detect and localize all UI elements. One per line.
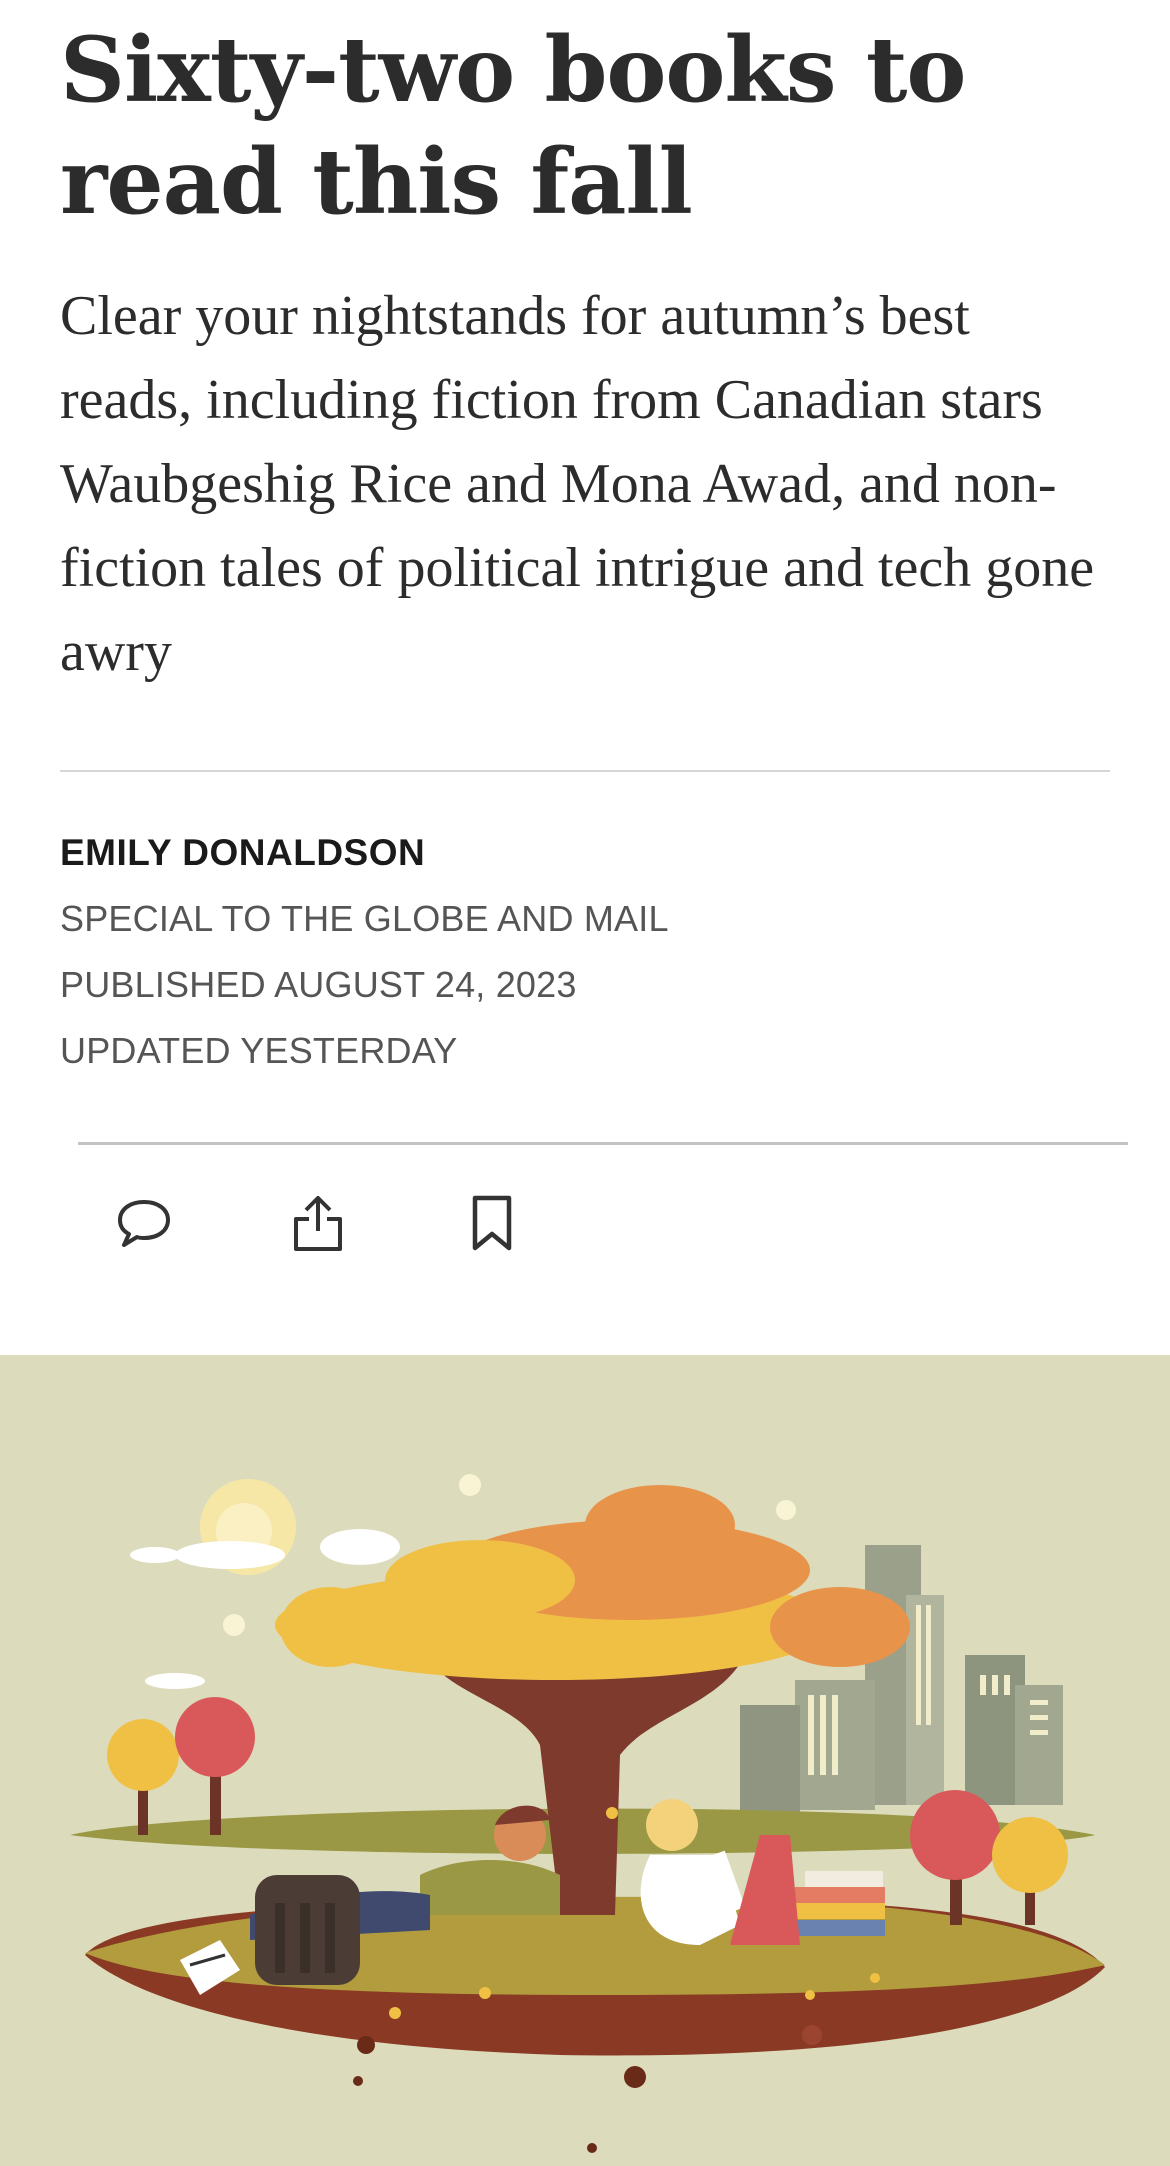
- article-dek: Clear your nightstands for autumn’s best…: [60, 285, 1095, 683]
- comment-button[interactable]: [104, 1185, 184, 1265]
- hero-image: [0, 1355, 1170, 2166]
- share-button[interactable]: [278, 1185, 358, 1265]
- autumn-reading-illustration: [70, 1474, 1105, 2153]
- author-name[interactable]: EMILY DONALDSON: [60, 828, 1110, 878]
- bookmark-icon: [469, 1194, 515, 1257]
- article-actions: [0, 1185, 1170, 1265]
- published-date: PUBLISHED AUGUST 24, 2023: [60, 964, 577, 1005]
- headline: Sixty-two books to read this fall: [60, 17, 966, 235]
- author-affiliation: SPECIAL TO THE GLOBE AND MAIL: [60, 898, 669, 939]
- updated-date: UPDATED YESTERDAY: [60, 1030, 458, 1071]
- byline: EMILY DONALDSON SPECIAL TO THE GLOBE AND…: [60, 828, 1110, 1084]
- comment-icon: [115, 1197, 173, 1254]
- divider: [78, 1142, 1128, 1145]
- bookmark-button[interactable]: [452, 1185, 532, 1265]
- share-icon: [291, 1193, 345, 1258]
- divider: [60, 770, 1110, 772]
- article-header: Sixty-two books to read this fall Clear …: [0, 0, 1170, 1084]
